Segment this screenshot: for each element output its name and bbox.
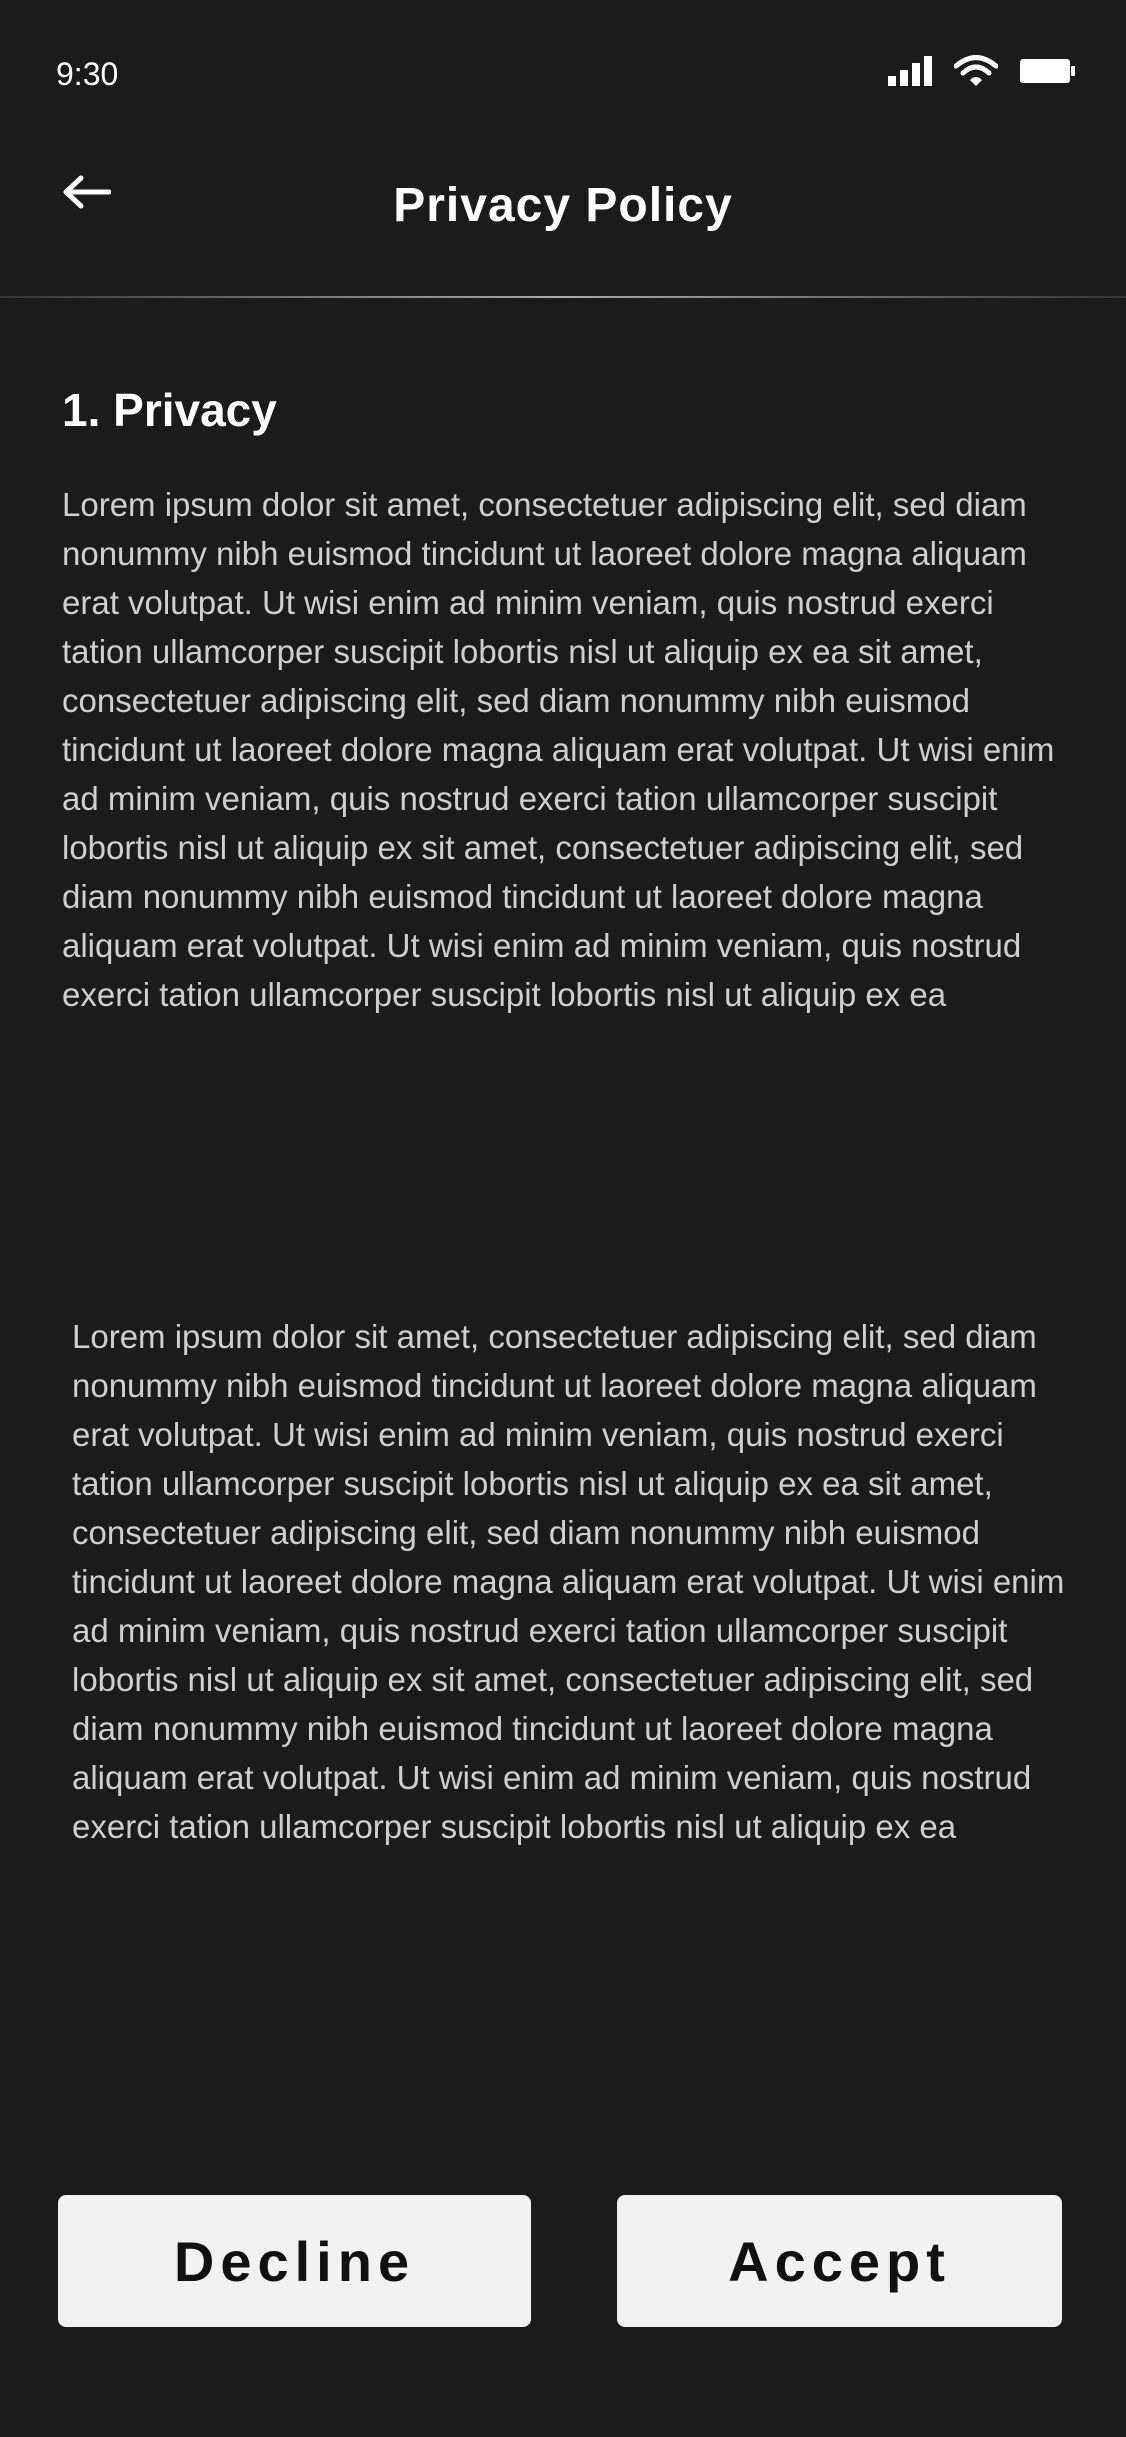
header-divider [0,296,1126,298]
status-bar: 9:30 [0,0,1126,150]
nav-bar: Privacy Policy [0,150,1126,296]
decline-button[interactable]: Decline [58,2195,531,2327]
section-heading: 1. Privacy [62,384,277,436]
wifi-icon [953,54,999,92]
policy-paragraph: Lorem ipsum dolor sit amet, consectetuer… [62,486,1055,1013]
policy-paragraph: Lorem ipsum dolor sit amet, consectetuer… [72,1318,1065,1845]
status-icons [888,54,1076,92]
battery-icon [1020,57,1076,90]
status-time: 9:30 [56,56,119,92]
signal-icon [888,55,932,91]
page-title: Privacy Policy [393,179,733,232]
accept-button[interactable]: Accept [617,2195,1062,2327]
